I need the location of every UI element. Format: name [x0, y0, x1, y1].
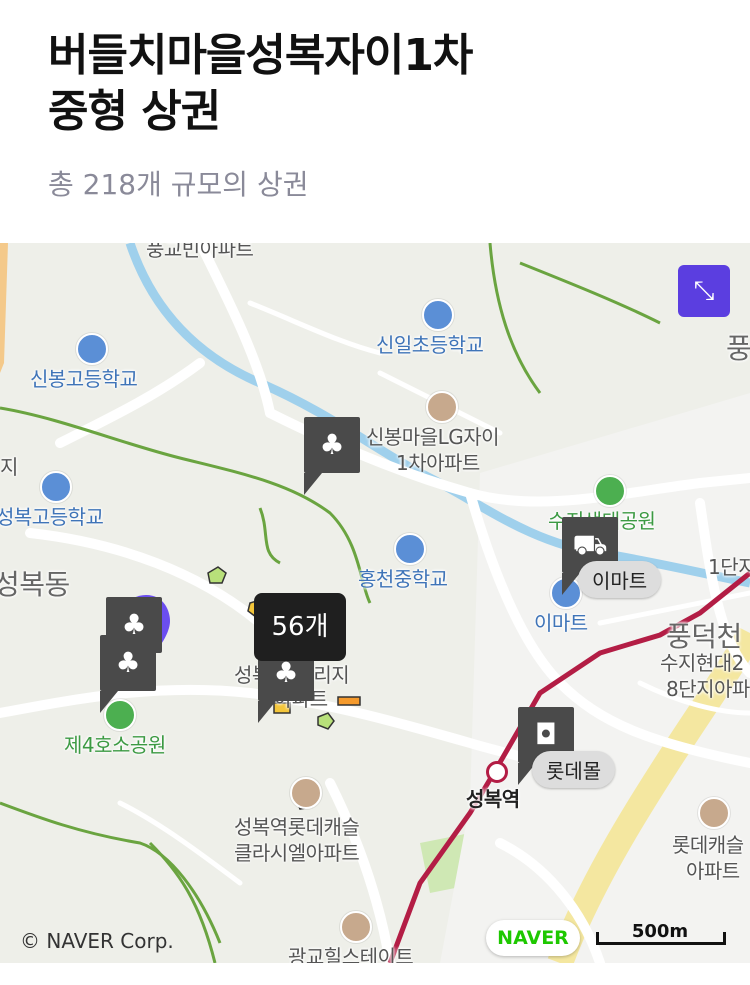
tree-icon: ♣ [319, 428, 345, 461]
apartment-icon [426, 391, 458, 423]
label-seongbok-station: 성복역 [466, 787, 520, 811]
label-park4: 제4호소공원 [64, 733, 166, 757]
school-icon [422, 299, 454, 331]
map-copyright: © NAVER Corp. [20, 929, 174, 953]
label-danji-1: 1단지 [708, 555, 750, 579]
label-danji-8: 8단지아파 [666, 677, 750, 701]
label-ji: 지 [0, 455, 18, 479]
school-icon [76, 333, 108, 365]
subway-station-icon [486, 761, 508, 783]
collapse-map-button[interactable]: ⤡ [678, 265, 730, 317]
label-hongcheon-middle: 홍천중학교 [358, 567, 448, 591]
school-icon [394, 533, 426, 565]
park-marker[interactable]: ♣ [304, 417, 360, 495]
map-scale: 500m [596, 921, 726, 945]
title-line-2: 중형 상권 [48, 86, 221, 137]
title-line-1: 버들치마을성복자이1차 [48, 30, 473, 81]
label-seongbok-high: 성복고등학교 [0, 505, 104, 529]
label-lg-xi-1: 신봉마을LG자이 [366, 425, 500, 449]
label-seongbok-dong: 성복동 [0, 568, 70, 601]
label-emart-station: 이마트 [534, 611, 588, 635]
header: 버들치마을성복자이1차 중형 상권 총 218개 규모의 상권 [0, 0, 750, 243]
scale-bar [596, 932, 726, 945]
label-sinbong-high: 신봉고등학교 [30, 367, 138, 391]
park-icon [594, 475, 626, 507]
school-icon [40, 471, 72, 503]
label-lotte-castle-right-2: 아파트 [686, 859, 740, 883]
label-gwanggyo: 광교힐스테이트 [288, 945, 414, 963]
label-lg-xi-2: 1차아파트 [396, 451, 480, 475]
lotte-mall-pill[interactable]: 롯데몰 [532, 751, 616, 788]
park-marker[interactable]: ♣ [100, 635, 156, 713]
page-title: 버들치마을성복자이1차 중형 상권 [48, 28, 473, 140]
apartment-icon [698, 797, 730, 829]
collapse-icon: ⤡ [693, 276, 715, 306]
map-view[interactable]: 풍교빈아파트 신일초등학교 신봉고등학교 신봉마을LG자이 1차아파트 지 성복… [0, 243, 750, 963]
emart-pill[interactable]: 이마트 [578, 561, 662, 598]
naver-logo: NAVER [486, 920, 580, 956]
label-lotte-castle-1: 성복역롯데캐슬 [234, 815, 360, 839]
label-lotte-castle-right-1: 롯데캐슬 [672, 833, 744, 857]
label-lotte-castle-2: 클라시엘아파트 [234, 841, 360, 865]
tree-icon: ♣ [115, 646, 141, 679]
store-count-bubble[interactable]: 56개 [254, 593, 346, 661]
page-subtitle: 총 218개 규모의 상권 [48, 168, 309, 201]
label-pung: 풍 [726, 332, 750, 365]
apartment-icon [290, 777, 322, 809]
apartment-icon [340, 911, 372, 943]
label-sinil-school: 신일초등학교 [376, 333, 484, 357]
label-suji-hyundai: 수지현대2 [660, 651, 744, 675]
label-top-cut: 풍교빈아파트 [146, 243, 254, 261]
